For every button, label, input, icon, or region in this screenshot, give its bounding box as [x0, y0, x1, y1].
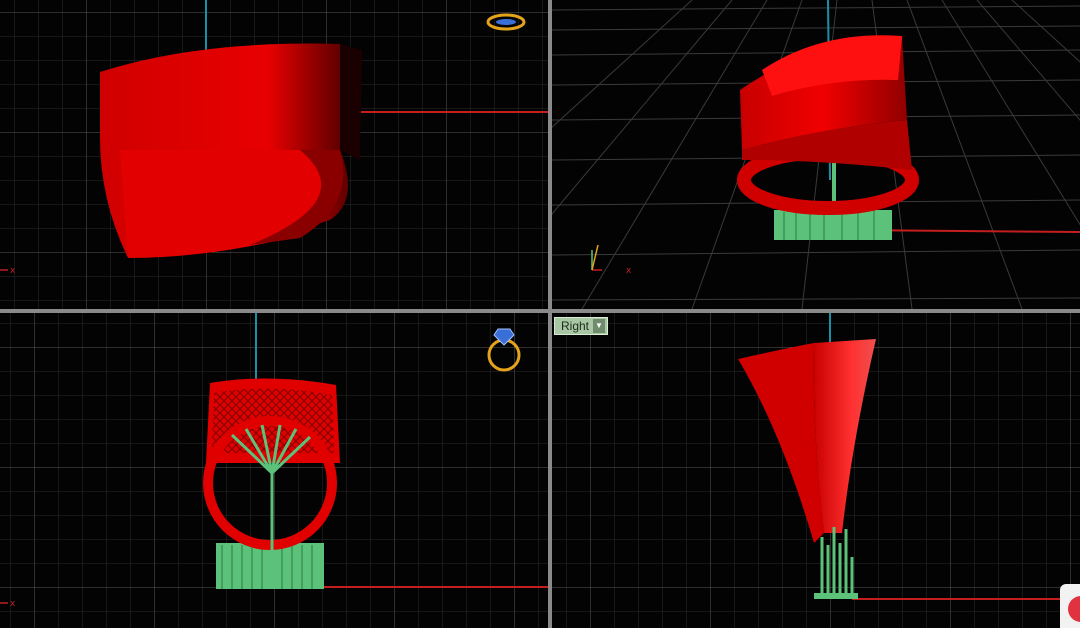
ring-perspective-model — [737, 35, 919, 240]
viewport-front[interactable]: x — [0, 313, 548, 628]
viewport-title-label: Right — [561, 319, 590, 333]
top-view-canvas: x — [0, 0, 548, 309]
viewport-perspective[interactable]: x — [552, 0, 1080, 309]
x-axis-label: x — [626, 266, 632, 276]
viewport-right[interactable]: z y Right ▼ — [552, 313, 1080, 628]
x-axis-label: x — [10, 266, 16, 276]
right-view-canvas — [552, 313, 1080, 628]
viewport-title-right[interactable]: Right ▼ — [554, 317, 609, 335]
front-view-canvas: x — [0, 313, 548, 628]
viewport-divider-horizontal[interactable] — [0, 309, 1080, 313]
x-axis-label: x — [10, 599, 16, 609]
perspective-view-canvas: x — [552, 0, 1080, 309]
chevron-down-icon[interactable]: ▼ — [593, 319, 606, 333]
viewport-divider-vertical[interactable] — [548, 0, 552, 628]
record-icon[interactable] — [1060, 584, 1080, 628]
viewport-top[interactable]: x — [0, 0, 548, 309]
